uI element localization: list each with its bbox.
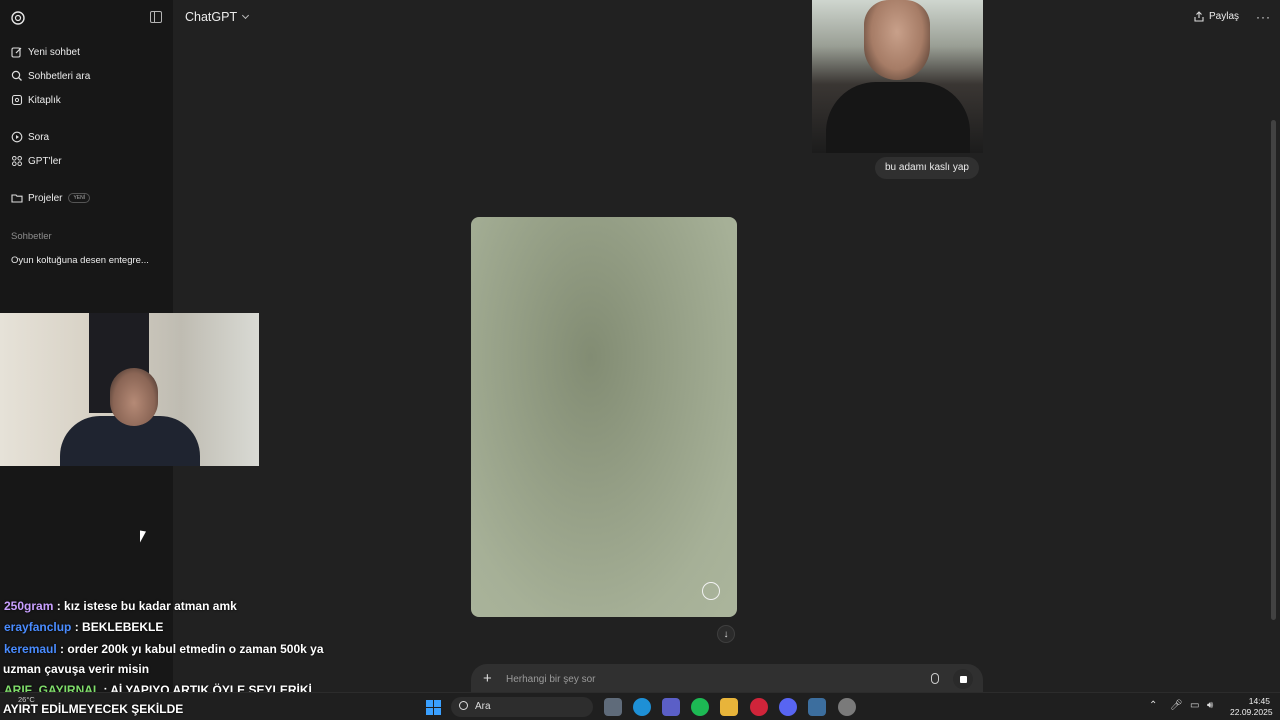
volume-icon[interactable]: 🔊︎ xyxy=(1207,700,1213,711)
microphone-tray-icon[interactable]: 🎤︎ xyxy=(1170,700,1183,711)
discord-icon[interactable] xyxy=(779,698,797,716)
windows-start-icon[interactable] xyxy=(426,700,441,715)
sidebar-item-projects[interactable]: Projeler YENİ xyxy=(11,189,91,207)
folder-icon xyxy=(11,192,23,204)
arrow-down-icon: ↓ xyxy=(723,628,729,640)
clock-time: 14:45 xyxy=(1248,696,1270,706)
app-icon[interactable] xyxy=(808,698,826,716)
system-clock[interactable]: 14:45 22.09.2025 xyxy=(1230,696,1273,718)
streamer-webcam-overlay xyxy=(0,313,259,466)
app-icon-2[interactable] xyxy=(838,698,856,716)
add-attachment-icon[interactable]: + xyxy=(483,670,492,687)
sidebar-item-label: Yeni sohbet xyxy=(28,46,80,58)
stream-chat-line: erayfanclup : BEKLEBEKLE xyxy=(4,620,163,634)
sidebar-toggle-icon[interactable] xyxy=(150,11,162,23)
sidebar-item-label: Sohbetleri ara xyxy=(28,70,91,82)
chat-message: uzman çavuşa verir misin xyxy=(3,662,150,676)
sidebar-item-label: Projeler xyxy=(28,192,63,204)
generating-image-placeholder xyxy=(471,217,737,617)
loading-spinner-icon xyxy=(702,582,720,600)
clock-date: 22.09.2025 xyxy=(1230,707,1273,717)
display-tray-icon[interactable]: ▭ xyxy=(1190,700,1199,711)
photo-subject-body xyxy=(826,82,970,153)
sidebar-item-sora[interactable]: Sora xyxy=(11,128,49,146)
new-badge: YENİ xyxy=(68,193,91,203)
edge-browser-icon[interactable] xyxy=(633,698,651,716)
share-icon xyxy=(1194,11,1204,22)
scroll-down-button[interactable]: ↓ xyxy=(717,625,735,643)
play-icon xyxy=(11,131,23,143)
stop-generating-button[interactable] xyxy=(953,669,973,689)
sidebar-item-new-chat[interactable]: Yeni sohbet xyxy=(11,43,80,61)
chat-username: erayfanclup xyxy=(4,620,72,634)
search-icon xyxy=(11,70,23,82)
grid-icon xyxy=(11,155,23,167)
taskbar-search[interactable]: Ara xyxy=(451,697,593,717)
library-icon xyxy=(11,94,23,106)
sidebar-item-label: Kitaplık xyxy=(28,94,61,106)
streamer-head xyxy=(110,368,158,426)
sidebar-item-library[interactable]: Kitaplık xyxy=(11,91,61,109)
chevron-down-icon xyxy=(242,11,250,20)
sidebar-item-search-chats[interactable]: Sohbetleri ara xyxy=(11,67,90,85)
chats-section-title: Sohbetler xyxy=(11,231,52,242)
taskbar-search-input[interactable]: Ara xyxy=(475,701,491,712)
search-icon xyxy=(459,701,468,710)
chat-message: : order 200k yı kabul etmedin o zaman 50… xyxy=(56,642,324,656)
composer: + Herhangi bir şey sor xyxy=(471,664,983,695)
user-uploaded-photo[interactable] xyxy=(812,0,983,153)
chat-username: 250gram xyxy=(4,599,54,613)
sidebar-chat-item[interactable]: Oyun koltuğuna desen entegre... xyxy=(11,255,149,266)
chat-username: keremaul xyxy=(4,642,57,656)
chat-message: : kız istese bu kadar atman amk xyxy=(53,599,237,613)
file-explorer-icon[interactable] xyxy=(720,698,738,716)
edit-icon xyxy=(11,46,23,58)
openai-logo-icon[interactable] xyxy=(10,10,26,26)
windows-taskbar: 26°C Ara ⌃ 🎤︎ ▭ 🔊︎ 14:45 22.09.2025 xyxy=(0,692,1280,720)
mouse-cursor-icon xyxy=(140,530,146,544)
sidebar-item-label: Sora xyxy=(28,131,50,143)
chat-message: : BEKLEBEKLE xyxy=(71,620,164,634)
stream-chat-line: uzman çavuşa verir misin xyxy=(3,662,149,676)
chat-message: AYIRT EDİLMEYECEK ŞEKİLDE xyxy=(3,702,184,716)
microphone-icon[interactable] xyxy=(931,673,939,684)
spotify-icon[interactable] xyxy=(691,698,709,716)
sidebar-item-gpts[interactable]: GPT'ler xyxy=(11,152,62,170)
tray-chevron-up-icon[interactable]: ⌃ xyxy=(1149,700,1157,711)
sidebar-item-label: GPT'ler xyxy=(28,155,62,167)
share-label: Paylaş xyxy=(1209,11,1240,22)
model-name: ChatGPT xyxy=(185,10,238,24)
task-view-icon[interactable] xyxy=(604,698,622,716)
prompt-input[interactable]: Herhangi bir şey sor xyxy=(506,674,595,685)
user-message-bubble: bu adamı kaslı yap xyxy=(875,157,979,179)
teams-icon[interactable] xyxy=(662,698,680,716)
stream-chat-line: 250gram : kız istese bu kadar atman amk xyxy=(4,599,237,613)
scrollbar[interactable] xyxy=(1271,120,1276,620)
more-options-icon[interactable]: ··· xyxy=(1256,10,1271,24)
opera-gx-icon[interactable] xyxy=(750,698,768,716)
photo-subject-face xyxy=(864,0,930,80)
model-selector[interactable]: ChatGPT xyxy=(185,10,250,24)
stream-chat-line: keremaul : order 200k yı kabul etmedin o… xyxy=(4,642,324,656)
streamer xyxy=(60,368,200,466)
stream-chat-line: AYIRT EDİLMEYECEK ŞEKİLDE xyxy=(3,702,183,716)
share-button[interactable]: Paylaş xyxy=(1194,11,1239,22)
